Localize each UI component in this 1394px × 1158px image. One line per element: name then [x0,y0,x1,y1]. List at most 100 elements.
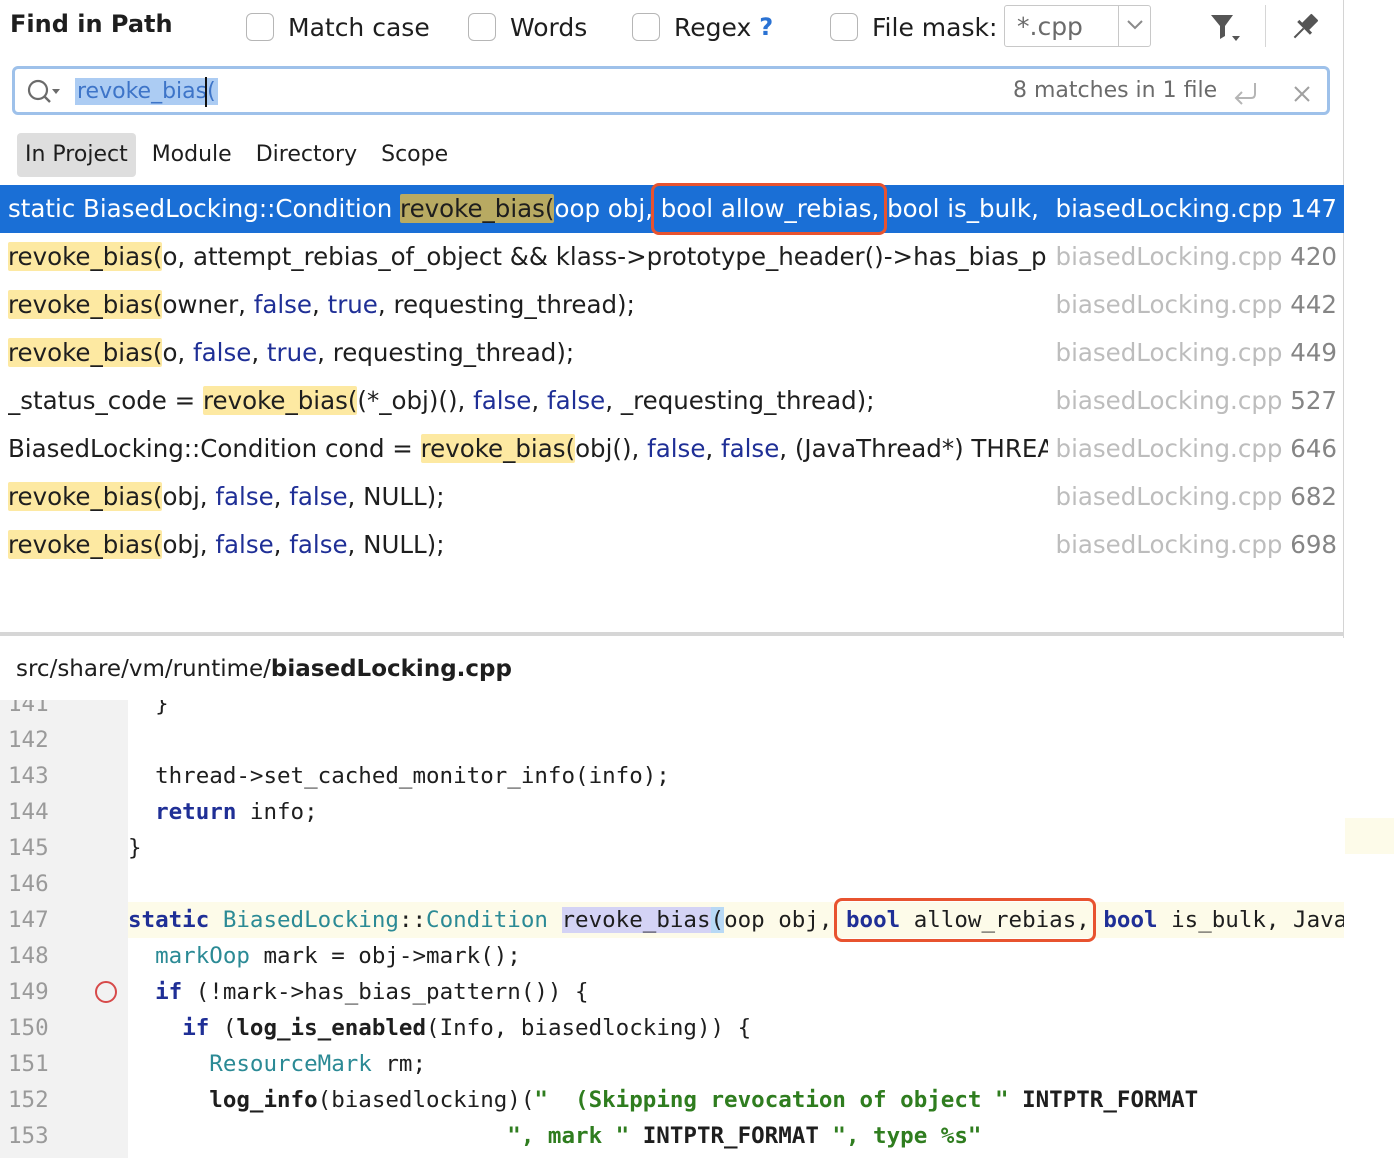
code-text: , NULL); [347,482,445,511]
code-line[interactable]: 144 return info; [0,794,1344,830]
result-code: revoke_bias(owner, false, true, requesti… [8,281,1048,329]
line-number: 152 [8,1087,49,1113]
pin-icon[interactable] [1288,10,1322,44]
tab-in-project[interactable]: In Project [17,133,136,177]
code-line[interactable]: 149 if (!mark->has_bias_pattern()) { [0,974,1344,1010]
result-location: biasedLocking.cpp 682 [1049,473,1337,521]
line-number: 144 [8,799,49,825]
file-mask-value[interactable]: *.cpp [1017,12,1083,41]
allow-rebias-param: bool allow_rebias, [660,194,880,223]
code-token: rm; [371,1051,427,1077]
new-line-icon[interactable] [1231,79,1261,107]
result-row[interactable]: _status_code = revoke_bias((*_obj)(), fa… [0,377,1344,425]
words-checkbox[interactable] [468,13,496,41]
code-token: info; [236,799,318,825]
chevron-down-icon[interactable] [1123,12,1147,38]
match-case-label[interactable]: Match case [288,13,430,42]
code-token: (biasedlocking)( [317,1087,535,1113]
result-row[interactable]: revoke_bias(obj, false, false, NULL); bia… [0,521,1344,569]
result-line-number: 442 [1282,290,1337,319]
regex-label[interactable]: Regex [674,13,751,42]
file-mask-checkbox[interactable] [830,13,858,41]
result-row[interactable]: static BiasedLocking::Condition revoke_b… [0,183,1344,235]
clear-icon[interactable] [1289,81,1315,107]
code-preview-editor[interactable]: 141 } 142 143 thread->set_cached_monitor_i… [0,700,1344,1158]
code-line-text: thread->set_cached_monitor_info(info); [128,758,1344,794]
keyword-token: false [289,482,348,511]
result-row[interactable]: revoke_bias(obj, false, false, NULL); bia… [0,473,1344,521]
result-file-name: biasedLocking.cpp [1055,530,1283,559]
tab-directory[interactable]: Directory [248,133,365,177]
code-line[interactable]: 151 ResourceMark rm; [0,1046,1344,1082]
code-token: :: [398,907,427,933]
code-line[interactable]: 148 markOop mark = obj->mark(); [0,938,1344,974]
result-row[interactable]: BiasedLocking::Condition cond = revoke_b… [0,425,1344,473]
code-line[interactable]: 143 thread->set_cached_monitor_info(info… [0,758,1344,794]
result-file-name: biasedLocking.cpp [1055,434,1283,463]
code-line[interactable]: 145} [0,830,1344,866]
tab-scope[interactable]: Scope [373,133,456,177]
code-line[interactable]: 141 } [0,700,1344,722]
code-text: _status_code = [8,386,203,415]
words-option[interactable]: Words [468,9,587,45]
code-line-text: ", mark " INTPTR_FORMAT ", type %s" [128,1118,1344,1154]
code-line-text: if (log_is_enabled(Info, biasedlocking))… [128,1010,1344,1046]
line-number: 150 [8,1015,49,1041]
results-list: static BiasedLocking::Condition revoke_b… [0,183,1344,569]
result-file-name: biasedLocking.cpp [1055,386,1283,415]
breakpoint-icon[interactable] [95,981,117,1003]
result-file-name: biasedLocking.cpp [1055,194,1283,223]
code-token: if [182,1015,210,1041]
code-line[interactable]: 150 if (log_is_enabled(Info, biasedlocki… [0,1010,1344,1046]
code-line[interactable]: 153 ", mark " INTPTR_FORMAT ", type %s" [0,1118,1344,1154]
code-token: log_info [209,1087,318,1113]
result-line-number: 449 [1282,338,1337,367]
result-file-name: biasedLocking.cpp [1055,290,1283,319]
regex-help-icon[interactable]: ? [759,13,773,41]
line-number: 151 [8,1051,49,1077]
tab-module[interactable]: Module [144,133,240,177]
code-line[interactable]: 146 [0,866,1344,902]
result-row[interactable]: revoke_bias(o, false, true, requesting_t… [0,329,1344,377]
search-field[interactable]: revoke_bias( 8 matches in 1 file [12,66,1330,115]
code-line-text: } [128,830,1344,866]
code-text: , [312,290,328,319]
splitter-handle[interactable] [0,632,1344,636]
file-mask-option[interactable]: File mask: [830,9,997,45]
match-highlight: revoke_bias( [8,290,163,319]
file-mask-label[interactable]: File mask: [872,13,997,42]
code-text: o, [162,338,194,367]
match-case-option[interactable]: Match case [246,9,430,45]
preview-file-name: biasedLocking.cpp [270,656,512,682]
words-label[interactable]: Words [510,13,587,42]
result-row[interactable]: revoke_bias(o, attempt_rebias_of_object … [0,233,1344,281]
code-token: INTPTR_FORMAT [642,1123,819,1149]
combobox-separator [1118,6,1119,46]
code-line[interactable]: 147 static BiasedLocking::Condition revok… [0,898,1344,942]
code-line[interactable]: 152 log_info(biasedlocking)(" (Skipping … [0,1082,1344,1118]
result-location: biasedLocking.cpp 698 [1049,521,1337,569]
code-token: oop obj, [724,907,846,933]
file-mask-combobox[interactable]: *.cpp [1004,5,1151,47]
result-row[interactable]: revoke_bias(owner, false, true, requesti… [0,281,1344,329]
search-input[interactable]: revoke_bias( [75,78,218,105]
code-text: , _requesting_thread); [605,386,875,415]
result-file-name: biasedLocking.cpp [1055,242,1283,271]
keyword-token: true [327,290,378,319]
result-line-number: 698 [1282,530,1337,559]
code-token: ( [209,1015,237,1041]
keyword-token: false [647,434,706,463]
match-highlight: revoke_bias( [420,434,576,463]
match-case-checkbox[interactable] [246,13,274,41]
code-line[interactable]: 142 [0,722,1344,758]
regex-option[interactable]: Regex ? [632,9,773,45]
filter-icon[interactable] [1208,10,1242,44]
regex-checkbox[interactable] [632,13,660,41]
line-number: 149 [8,979,49,1005]
result-line-number: 527 [1282,386,1337,415]
search-icon[interactable] [25,77,61,107]
code-text: (*_obj)(), [357,386,474,415]
